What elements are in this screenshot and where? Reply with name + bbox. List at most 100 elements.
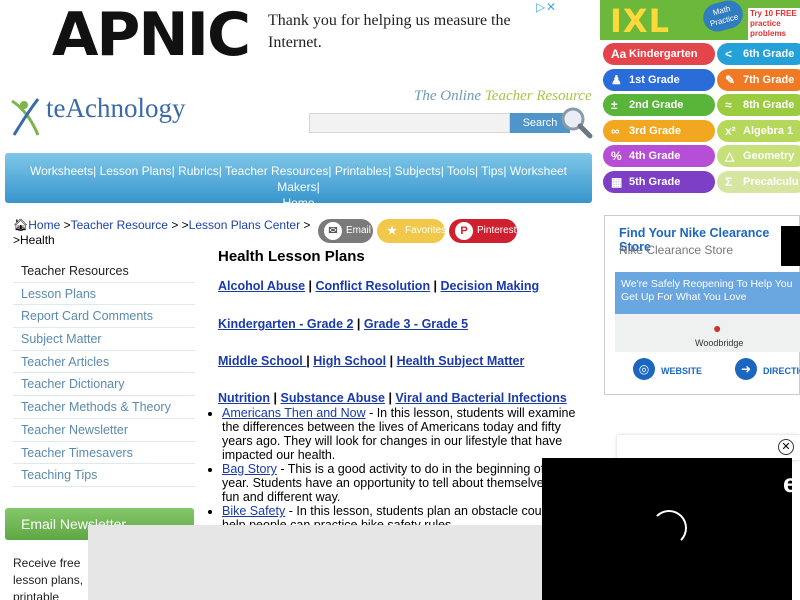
- map-label: Woodbridge: [695, 338, 744, 348]
- grade-button[interactable]: ±2nd Grade: [603, 94, 715, 116]
- topic-links-row: Alcohol Abuse | Conflict Resolution | De…: [218, 279, 540, 293]
- close-video-icon[interactable]: ✕: [778, 439, 794, 455]
- link-k-grade2[interactable]: Kindergarten - Grade 2: [218, 317, 353, 331]
- map-preview[interactable]: ● Woodbridge: [615, 314, 800, 352]
- nike-ad-subtitle: Nike Clearance Store: [619, 243, 734, 257]
- ixl-logo: IXL: [610, 2, 670, 40]
- close-ad-icon[interactable]: ✕: [546, 0, 556, 14]
- grade-button[interactable]: <6th Grade: [717, 43, 800, 65]
- globe-icon[interactable]: ◎: [633, 358, 655, 380]
- video-player[interactable]: e: [542, 458, 797, 600]
- nike-logo: [781, 226, 800, 266]
- map-pin-icon: ●: [713, 320, 722, 336]
- nav-home[interactable]: Home: [282, 196, 314, 210]
- sidebar-item-lesson-plans[interactable]: Lesson Plans: [13, 283, 195, 306]
- grade-button[interactable]: % 4th Grade: [603, 145, 715, 167]
- grade-label: Geometry: [743, 150, 795, 162]
- sidebar-item-teacher-newsletter[interactable]: Teacher Newsletter: [13, 419, 195, 442]
- grade-label: Precalculu: [743, 175, 799, 188]
- link-high-school[interactable]: High School: [313, 354, 386, 368]
- link-alcohol-abuse[interactable]: Alcohol Abuse: [218, 279, 305, 293]
- grade-symbol-icon: ∞: [611, 123, 620, 138]
- grade-button[interactable]: Σ Precalculu: [717, 170, 800, 193]
- breadcrumb: 🏠︎Home >Teacher Resource > >Lesson Plans…: [13, 218, 311, 247]
- grade-button[interactable]: Aa Kindergarten: [603, 43, 715, 65]
- link-nutrition[interactable]: Nutrition: [218, 391, 270, 405]
- breadcrumb-lesson-plans-center[interactable]: Lesson Plans Center: [189, 218, 300, 232]
- grade-symbol-icon: ≈: [725, 98, 732, 112]
- nav-subjects[interactable]: Subjects: [395, 164, 441, 178]
- grade-symbol-icon: ▦: [611, 174, 623, 189]
- adchoices-icon[interactable]: ▷: [536, 0, 545, 14]
- school-links-row: Middle School | High School | Health Sub…: [218, 354, 525, 368]
- grade-label: 5th Grade: [629, 175, 681, 188]
- nav-tips[interactable]: Tips: [481, 164, 503, 178]
- nav-teacher-resources[interactable]: Teacher Resources: [225, 164, 328, 178]
- grade-symbol-icon: x²: [725, 123, 736, 138]
- tagline: The Online Teacher Resource: [414, 88, 592, 104]
- link-decision-making[interactable]: Decision Making: [441, 279, 540, 293]
- breadcrumb-current: >Health: [13, 233, 55, 247]
- page-title: Health Lesson Plans: [218, 248, 365, 265]
- grade-symbol-icon: Aa: [611, 47, 627, 61]
- nav-worksheets[interactable]: Worksheets: [30, 164, 93, 178]
- grade-button[interactable]: ▦ 5th Grade: [603, 170, 715, 193]
- sidebar-item-teacher-timesavers[interactable]: Teacher Timesavers: [13, 442, 195, 465]
- website-link[interactable]: WEBSITE: [661, 366, 702, 376]
- grade-button[interactable]: ✎ 7th Grade: [717, 68, 800, 91]
- grade-label: 1st Grade: [629, 73, 680, 86]
- nav-tools[interactable]: Tools: [447, 164, 475, 178]
- nav-printables[interactable]: Printables: [335, 164, 388, 178]
- sidebar-item-teacher-articles[interactable]: Teacher Articles: [13, 351, 195, 374]
- link-health-subject-matter[interactable]: Health Subject Matter: [397, 354, 525, 368]
- lesson-link[interactable]: Bag Story: [222, 462, 277, 476]
- grade-label: 6th Grade: [743, 48, 795, 60]
- grade-button[interactable]: ∞ 3rd Grade: [603, 119, 715, 142]
- lesson-link[interactable]: Americans Then and Now: [222, 406, 366, 420]
- grade-button[interactable]: ♟ 1st Grade: [603, 68, 715, 91]
- link-viral-bacterial[interactable]: Viral and Bacterial Infections: [395, 391, 566, 405]
- grade-label: 7th Grade: [743, 73, 795, 86]
- link-middle-school[interactable]: Middle School: [218, 354, 306, 368]
- ixl-ad[interactable]: IXL Math Practice Try 10 FREE practice p…: [600, 0, 800, 196]
- sidebar-item-teacher-resources[interactable]: Teacher Resources: [13, 260, 195, 283]
- grade-symbol-icon: ±: [611, 98, 618, 112]
- nav-rubrics[interactable]: Rubrics: [178, 164, 219, 178]
- grade-symbol-icon: %: [611, 149, 622, 163]
- nav-lesson-plans[interactable]: Lesson Plans: [100, 164, 172, 178]
- try-free-text: Try 10 FREE practice problems: [748, 8, 800, 40]
- share-pinterest-button[interactable]: P Pinterest: [449, 219, 517, 243]
- breadcrumb-teacher-resource[interactable]: Teacher Resource: [71, 218, 168, 232]
- nike-ad[interactable]: Find Your Nike Clearance Store Nike Clea…: [604, 215, 800, 395]
- sidebar-item-teacher-methods[interactable]: Teacher Methods & Theory: [13, 396, 195, 419]
- search-input[interactable]: [309, 113, 510, 133]
- star-icon: ★: [387, 225, 397, 237]
- grade-links-row: Kindergarten - Grade 2 | Grade 3 - Grade…: [218, 317, 469, 331]
- directions-icon[interactable]: ➜: [735, 358, 757, 380]
- grade-button[interactable]: x² Algebra 1: [717, 119, 800, 142]
- logo-text: teAchnology: [46, 93, 186, 123]
- site-logo[interactable]: teAchnology: [8, 85, 208, 145]
- ad-card-edge: [617, 435, 800, 460]
- share-favorites-button[interactable]: ★ Favorites: [377, 219, 446, 243]
- share-email-button[interactable]: ✉ Email: [318, 219, 373, 243]
- grade-label: Kindergarten: [629, 48, 698, 60]
- magnifier-icon[interactable]: [559, 105, 593, 139]
- sidebar-item-report-card-comments[interactable]: Report Card Comments: [13, 305, 195, 329]
- grade-button[interactable]: ≈8th Grade: [717, 94, 800, 116]
- video-overlay-text: e: [783, 468, 798, 498]
- directions-link[interactable]: DIRECTIO: [763, 366, 800, 376]
- lesson-link[interactable]: Bike Safety: [222, 504, 285, 518]
- grade-button[interactable]: △ Geometry: [717, 145, 800, 167]
- sidebar-item-subject-matter[interactable]: Subject Matter: [13, 328, 195, 351]
- home-icon[interactable]: 🏠︎: [13, 218, 28, 232]
- sidebar-item-teaching-tips[interactable]: Teaching Tips: [13, 464, 195, 487]
- link-conflict-resolution[interactable]: Conflict Resolution: [316, 279, 431, 293]
- list-item: Bag Story - This is a good activity to d…: [222, 462, 584, 504]
- link-grade3-grade5[interactable]: Grade 3 - Grade 5: [364, 317, 468, 331]
- link-substance-abuse[interactable]: Substance Abuse: [281, 391, 385, 405]
- breadcrumb-home[interactable]: Home: [28, 218, 60, 232]
- email-icon: ✉: [324, 222, 342, 240]
- sidebar-item-teacher-dictionary[interactable]: Teacher Dictionary: [13, 373, 195, 397]
- top-ad-banner[interactable]: APNIC Thank you for helping us measure t…: [52, 0, 556, 68]
